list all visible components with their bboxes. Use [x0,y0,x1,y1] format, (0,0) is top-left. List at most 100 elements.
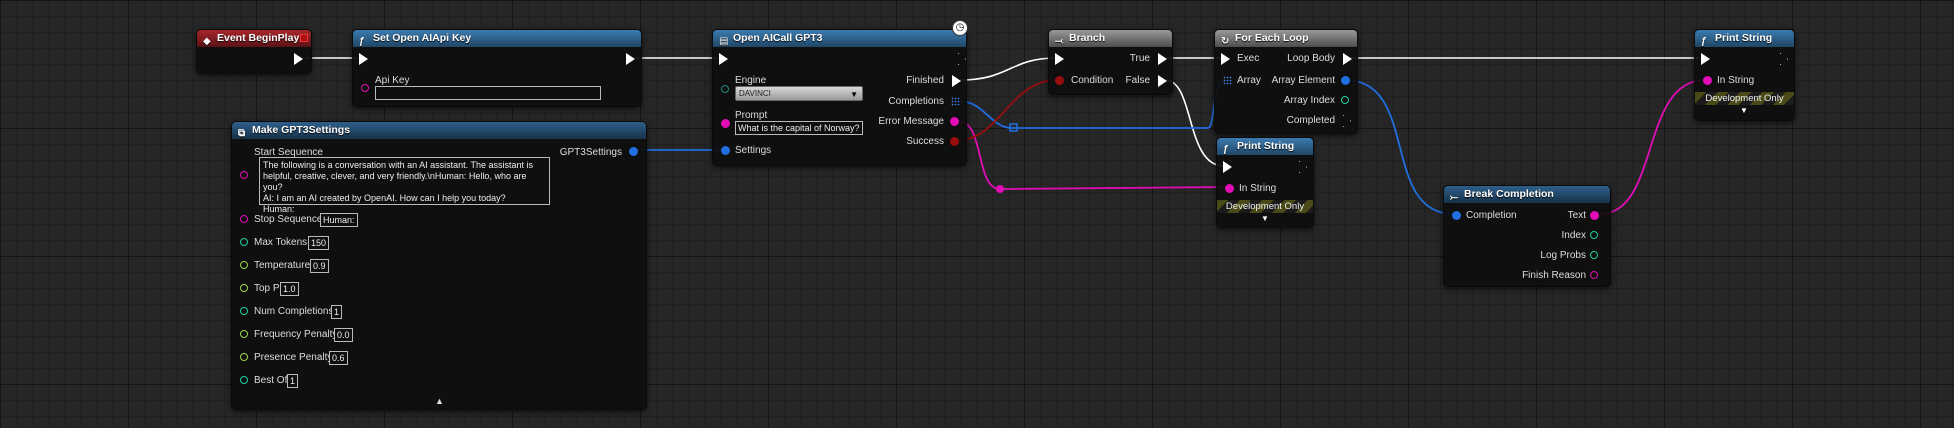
num-completions-pin[interactable] [240,307,248,315]
success-pin[interactable] [950,137,959,146]
start-sequence-input[interactable]: The following is a conversation with an … [259,157,550,214]
exec-in-pin[interactable] [1221,53,1230,65]
exec-out-pin[interactable] [1299,161,1308,173]
start-sequence-pin[interactable] [240,171,248,179]
node-header: ƒ Print String [1695,30,1794,47]
presence-penalty-pin[interactable] [240,353,248,361]
gpt3settings-output-pin[interactable] [629,147,638,156]
node-header: ƒ Print String [1217,138,1313,155]
in-string-pin[interactable] [1703,76,1712,85]
finished-exec-pin[interactable] [952,75,961,87]
log-probs-output-pin[interactable] [1590,251,1598,259]
completed-exec-pin[interactable] [1343,115,1352,127]
prompt-pin[interactable] [721,119,730,128]
finished-label: Finished [906,75,944,86]
engine-pin[interactable] [721,85,729,93]
node-header: ƒ Set Open AIApi Key [353,30,641,47]
branch-node[interactable]: ⤙ Branch True Condition False [1048,29,1173,95]
gpt3settings-output-label: GPT3Settings [559,147,622,158]
development-only-banner: Development Only [1695,92,1794,105]
temperature-input[interactable]: 0.9 [310,259,329,273]
api-key-label: Api Key [375,75,410,86]
temperature-pin[interactable] [240,261,248,269]
array-element-label: Array Element [1271,75,1335,86]
print-string-node-1[interactable]: ƒ Print String In String Development Onl… [1216,137,1314,228]
loop-icon: ↻ [1221,36,1230,47]
exec-in-pin[interactable] [1055,53,1064,65]
best-of-pin[interactable] [240,376,248,384]
make-gpt3settings-node[interactable]: ⧉ Make GPT3Settings GPT3Settings Start S… [231,121,647,410]
settings-pin[interactable] [721,146,730,155]
print-string-node-2[interactable]: ƒ Print String In String Development Onl… [1694,29,1795,121]
node-header: ▤ Open AICall GPT3 [713,30,966,47]
exec-in-pin[interactable] [359,53,368,65]
break-completion-node[interactable]: ⤚ Break Completion Completion Text Index… [1443,185,1611,287]
event-beginplay-node[interactable]: ◆ Event BeginPlay [196,29,312,74]
finish-reason-output-pin[interactable] [1590,271,1598,279]
exec-in-pin[interactable] [719,53,728,65]
completed-label: Completed [1286,115,1335,126]
array-index-pin[interactable] [1341,96,1349,104]
false-exec-pin[interactable] [1158,75,1167,87]
exec-in-pin[interactable] [1701,53,1710,65]
best-of-input[interactable]: 1 [287,374,299,388]
node-header: ↻ For Each Loop [1215,30,1357,47]
expand-arrow-icon[interactable]: ▼ [1740,106,1748,115]
error-message-pin[interactable] [950,117,959,126]
function-table-icon: ▤ [719,36,729,47]
branch-icon: ⤙ [1055,36,1063,47]
frequency-penalty-pin[interactable] [240,330,248,338]
num-completions-input[interactable]: 1 [331,305,343,319]
string-wire-text [1599,79,1706,215]
false-label: False [1125,75,1150,86]
array-element-pin[interactable] [1341,76,1350,85]
latent-clock-icon: ◷ [952,20,968,36]
completions-array-pin[interactable] [951,97,960,106]
prompt-input[interactable]: What is the capital of Norway? [735,121,863,135]
stop-sequence-input[interactable]: Human: [320,213,358,227]
exec-out-pin[interactable] [1780,53,1789,65]
node-title: Break Completion [1464,188,1554,200]
stop-sequence-label: Stop Sequence [254,214,323,225]
condition-label: Condition [1071,75,1114,86]
top-p-input[interactable]: 1.0 [280,282,299,296]
frequency-penalty-input[interactable]: 0.0 [334,328,353,342]
presence-penalty-input[interactable]: 0.6 [329,351,348,365]
delegate-pin-icon[interactable] [300,34,308,42]
index-output-pin[interactable] [1590,231,1598,239]
node-title: For Each Loop [1235,32,1309,44]
completion-label: Completion [1466,210,1517,221]
text-output-pin[interactable] [1590,211,1599,220]
max-tokens-label: Max Tokens [254,237,308,248]
api-key-pin[interactable] [361,84,369,92]
engine-selected-value: DAVINCI [739,89,771,98]
collapse-arrow-icon[interactable]: ▲ [435,396,444,406]
api-key-input[interactable] [375,86,601,100]
array-input-pin[interactable] [1223,76,1232,85]
exec-out-pin[interactable] [958,53,967,65]
true-exec-pin[interactable] [1158,53,1167,65]
engine-dropdown[interactable]: DAVINCI ▼ [735,86,863,101]
engine-label: Engine [735,75,767,86]
completion-input-pin[interactable] [1452,211,1461,220]
stop-sequence-pin[interactable] [240,215,248,223]
node-header: ◆ Event BeginPlay [197,30,311,47]
top-p-pin[interactable] [240,284,248,292]
exec-in-pin[interactable] [1223,161,1232,173]
prompt-label: Prompt [735,110,768,121]
exec-out-pin[interactable] [626,53,635,65]
node-title: Print String [1715,32,1773,44]
open-ai-call-gpt3-node[interactable]: ▤ Open AICall GPT3 ◷ Finished Completion… [712,20,968,166]
set-api-key-node[interactable]: ƒ Set Open AIApi Key Api Key [352,29,642,107]
wire-reroute-knot[interactable] [996,185,1004,193]
expand-arrow-icon[interactable]: ▼ [1261,214,1269,223]
max-tokens-input[interactable]: 150 [308,236,330,250]
in-string-pin[interactable] [1225,184,1234,193]
for-each-loop-node[interactable]: ↻ For Each Loop Exec Array Loop Body Arr… [1214,29,1358,134]
exec-out-pin[interactable] [294,53,303,65]
development-only-banner: Development Only [1217,200,1313,213]
exec-label: Exec [1237,53,1260,64]
max-tokens-pin[interactable] [240,238,248,246]
loop-body-exec-pin[interactable] [1343,53,1352,65]
condition-pin[interactable] [1055,76,1064,85]
